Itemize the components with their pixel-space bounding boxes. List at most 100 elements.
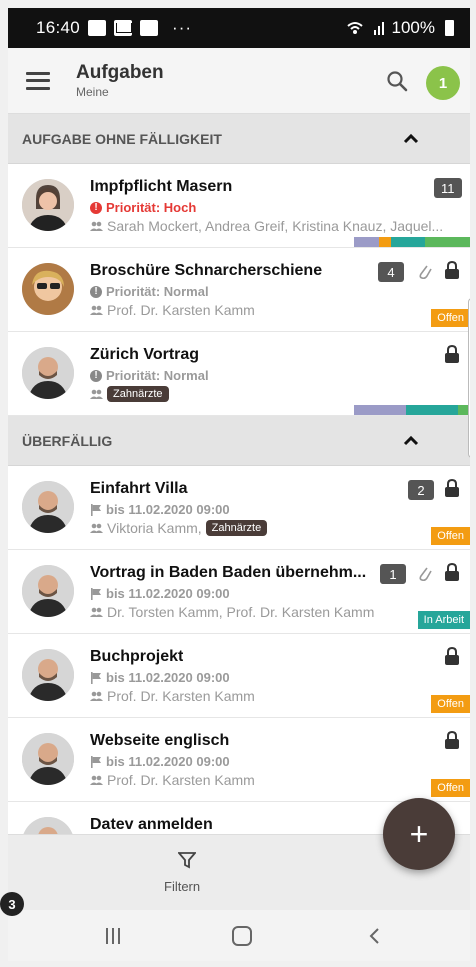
attachment-icon bbox=[419, 265, 432, 280]
task-priority: ! Priorität: Hoch bbox=[90, 200, 196, 215]
calendar-notification-icon bbox=[88, 20, 107, 36]
more-notifications-icon: ··· bbox=[172, 18, 193, 37]
avatar bbox=[22, 817, 74, 834]
battery-icon bbox=[445, 20, 454, 36]
task-title: Datev anmelden bbox=[90, 816, 213, 833]
task-item[interactable]: Impfpflicht Masern ! Priorität: Hoch Sar… bbox=[8, 164, 470, 248]
recents-icon[interactable] bbox=[104, 928, 122, 944]
lock-icon bbox=[445, 260, 459, 279]
task-title: Zürich Vortrag bbox=[90, 346, 200, 363]
section-title: ÜBERFÄLLIG bbox=[22, 432, 113, 449]
priority-icon: ! bbox=[90, 285, 102, 298]
system-nav-bar bbox=[8, 910, 470, 961]
chevron-up-icon[interactable] bbox=[402, 432, 420, 450]
task-priority: ! Priorität: Normal bbox=[90, 284, 209, 299]
search-icon[interactable] bbox=[386, 70, 408, 92]
task-title: Vortrag in Baden Baden übernehm... bbox=[90, 564, 367, 581]
app-titles: Aufgaben Meine bbox=[76, 62, 164, 99]
status-badge: Offen bbox=[431, 695, 470, 713]
lock-icon bbox=[445, 646, 459, 665]
page-title: Aufgaben bbox=[76, 62, 164, 83]
scroll-indicator[interactable] bbox=[468, 298, 470, 458]
task-item[interactable]: Einfahrt Villa bis 11.02.2020 09:00 Vikt… bbox=[8, 466, 470, 550]
page-subtitle: Meine bbox=[76, 85, 109, 99]
avatar bbox=[22, 733, 74, 785]
mail-notification-icon bbox=[114, 20, 133, 36]
section-header-overdue[interactable]: ÜBERFÄLLIG bbox=[8, 416, 470, 466]
status-bar: 16:40 ··· 100% bbox=[8, 8, 470, 48]
task-assignees: Prof. Dr. Karsten Kamm bbox=[90, 772, 255, 788]
people-icon bbox=[90, 389, 103, 399]
task-title: Webseite englisch bbox=[90, 732, 230, 749]
avatar bbox=[22, 565, 74, 617]
task-assignees: Sarah Mockert, Andrea Greif, Kristina Kn… bbox=[90, 218, 443, 234]
flag-icon bbox=[91, 671, 101, 684]
task-assignees: Viktoria Kamm, Zahnärzte bbox=[90, 520, 268, 536]
people-icon bbox=[90, 607, 103, 617]
group-tag: Zahnärzte bbox=[205, 520, 268, 536]
task-item[interactable]: Zürich Vortrag ! Priorität: Normal Zahnä… bbox=[8, 332, 470, 416]
lock-icon bbox=[445, 478, 459, 497]
people-icon bbox=[90, 691, 103, 701]
task-due-date: bis 11.02.2020 09:00 bbox=[90, 502, 230, 517]
notification-badge[interactable]: 1 bbox=[426, 66, 460, 100]
comment-count-badge: 1 bbox=[380, 564, 406, 584]
section-header-no-due[interactable]: AUFGABE OHNE FÄLLIGKEIT bbox=[8, 114, 470, 164]
task-assignees: Zahnärzte bbox=[90, 386, 169, 402]
flag-icon bbox=[91, 587, 101, 600]
priority-icon: ! bbox=[90, 369, 102, 382]
task-item[interactable]: Buchprojekt bis 11.02.2020 09:00 Prof. D… bbox=[8, 634, 470, 718]
task-assignees: Dr. Torsten Kamm, Prof. Dr. Karsten Kamm bbox=[90, 604, 374, 620]
comment-count-badge: 11 bbox=[434, 178, 462, 198]
filter-icon[interactable] bbox=[178, 851, 196, 869]
task-due-date: bis 11.02.2020 09:00 bbox=[90, 670, 230, 685]
task-title: Einfahrt Villa bbox=[90, 480, 188, 497]
task-due-date: bis 11.02.2020 09:00 bbox=[90, 586, 230, 601]
tag-color-bar bbox=[354, 237, 470, 247]
comment-count-badge: 4 bbox=[378, 262, 404, 282]
lock-icon bbox=[445, 730, 459, 749]
chevron-up-icon[interactable] bbox=[402, 130, 420, 148]
avatar bbox=[22, 649, 74, 701]
home-icon[interactable] bbox=[232, 926, 252, 946]
back-icon[interactable] bbox=[368, 927, 380, 945]
status-badge: Offen bbox=[431, 779, 470, 797]
flag-icon bbox=[91, 503, 101, 516]
tag-color-bar bbox=[354, 405, 470, 415]
people-icon bbox=[90, 221, 103, 231]
menu-icon[interactable] bbox=[26, 71, 50, 90]
task-title: Buchprojekt bbox=[90, 648, 184, 665]
lock-icon bbox=[445, 562, 459, 581]
task-list: AUFGABE OHNE FÄLLIGKEIT Impfpflicht Mase… bbox=[8, 114, 470, 834]
people-icon bbox=[90, 775, 103, 785]
status-badge: Offen bbox=[431, 309, 470, 327]
task-assignees: Prof. Dr. Karsten Kamm bbox=[90, 302, 255, 318]
section-title: AUFGABE OHNE FÄLLIGKEIT bbox=[22, 130, 222, 147]
wifi-signal-icon bbox=[346, 22, 384, 35]
task-item[interactable]: Vortrag in Baden Baden übernehm... bis 1… bbox=[8, 550, 470, 634]
linkedin-notification-icon bbox=[140, 20, 159, 36]
flag-icon bbox=[91, 755, 101, 768]
battery-percent: 100% bbox=[391, 18, 435, 37]
task-item[interactable]: Webseite englisch bis 11.02.2020 09:00 P… bbox=[8, 718, 470, 802]
avatar bbox=[22, 263, 74, 315]
comment-count-badge: 2 bbox=[408, 480, 434, 500]
status-time: 16:40 bbox=[36, 18, 81, 37]
people-icon bbox=[90, 305, 103, 315]
lock-icon bbox=[445, 344, 459, 363]
add-task-button[interactable]: + bbox=[383, 798, 455, 870]
task-priority: ! Priorität: Normal bbox=[90, 368, 209, 383]
task-title: Impfpflicht Masern bbox=[90, 178, 233, 195]
filter-label[interactable]: Filtern bbox=[164, 879, 200, 894]
avatar bbox=[22, 347, 74, 399]
app-bar: Aufgaben Meine 1 bbox=[8, 48, 470, 114]
status-badge: Offen bbox=[431, 527, 470, 545]
avatar bbox=[22, 179, 74, 231]
attachment-icon bbox=[419, 567, 432, 582]
priority-icon: ! bbox=[90, 201, 102, 214]
status-badge: In Arbeit bbox=[417, 611, 470, 629]
task-title: Broschüre Schnarcherschiene bbox=[90, 262, 323, 279]
step-badge: 3 bbox=[0, 892, 24, 916]
task-item[interactable]: Broschüre Schnarcherschiene ! Priorität:… bbox=[8, 248, 470, 332]
task-due-date: bis 11.02.2020 09:00 bbox=[90, 754, 230, 769]
